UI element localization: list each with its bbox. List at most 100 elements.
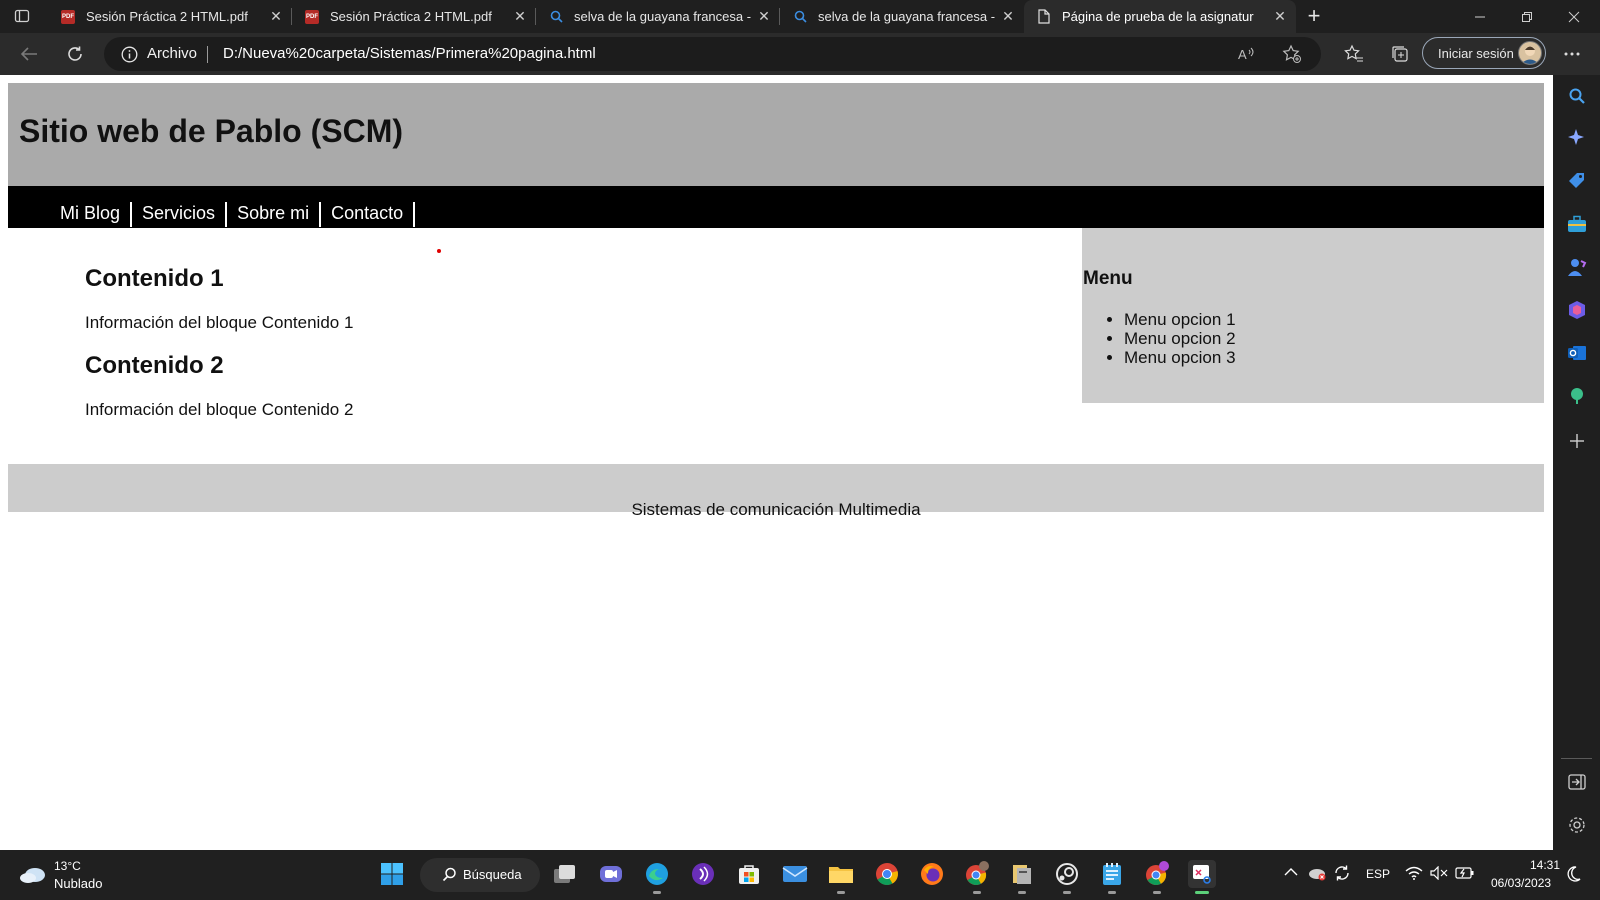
- tab-title: Sesión Práctica 2 HTML.pdf: [86, 9, 248, 24]
- more-options-icon[interactable]: [1560, 42, 1584, 66]
- sidebar-divider: [1561, 758, 1592, 759]
- weather-temperature[interactable]: 13°C: [54, 859, 81, 873]
- close-icon[interactable]: ✕: [510, 7, 530, 27]
- snipping-tool-icon[interactable]: [1188, 860, 1216, 894]
- taskbar-search[interactable]: Búsqueda: [420, 858, 540, 892]
- chrome-profile-2-icon[interactable]: [1143, 860, 1171, 894]
- shopping-tag-icon[interactable]: [1566, 170, 1588, 192]
- chevron-up-icon[interactable]: [1284, 866, 1298, 880]
- menu-item[interactable]: Menu opcion 1: [1124, 310, 1236, 329]
- clock-time[interactable]: 14:31: [1530, 858, 1560, 872]
- active-indicator: [1195, 891, 1209, 894]
- tree-icon[interactable]: [1566, 385, 1588, 407]
- tools-briefcase-icon[interactable]: [1566, 213, 1588, 235]
- file-explorer-icon[interactable]: [827, 860, 855, 894]
- url-text[interactable]: D:/Nueva%20carpeta/Sistemas/Primera%20pa…: [223, 45, 596, 62]
- nav-item-servicios[interactable]: Servicios: [132, 202, 228, 227]
- sync-icon[interactable]: [1333, 864, 1351, 885]
- minimize-icon[interactable]: [1457, 0, 1503, 33]
- svg-text:A: A: [1238, 47, 1247, 62]
- chrome-profile-icon[interactable]: [963, 860, 991, 894]
- files-app-icon[interactable]: [1008, 860, 1036, 894]
- microsoft-store-icon[interactable]: [735, 860, 763, 888]
- firefox-icon[interactable]: [918, 860, 946, 888]
- close-icon[interactable]: ✕: [266, 7, 286, 27]
- hide-sidebar-icon[interactable]: [1566, 771, 1588, 793]
- language-indicator[interactable]: ESP: [1366, 867, 1390, 881]
- tab-pdf-2[interactable]: PDF Sesión Práctica 2 HTML.pdf ✕: [292, 0, 536, 33]
- nav-item-sobre-mi[interactable]: Sobre mi: [227, 202, 322, 227]
- running-indicator: [1108, 891, 1116, 894]
- tab-title: Sesión Práctica 2 HTML.pdf: [330, 9, 492, 24]
- new-tab-icon[interactable]: +: [1302, 5, 1326, 29]
- gear-icon[interactable]: [1566, 814, 1588, 836]
- menu-item[interactable]: Menu opcion 3: [1124, 348, 1236, 367]
- office-icon[interactable]: [1566, 299, 1588, 321]
- footer-text: Sistemas de comunicación Multimedia: [631, 500, 921, 519]
- weather-condition[interactable]: Nublado: [54, 876, 102, 891]
- running-indicator: [837, 891, 845, 894]
- section-text: Información del bloque Contenido 2: [85, 400, 354, 419]
- outlook-icon[interactable]: [1566, 342, 1588, 364]
- close-icon[interactable]: ✕: [1270, 7, 1290, 27]
- collections-icon[interactable]: [1388, 42, 1412, 66]
- refresh-icon[interactable]: [63, 42, 87, 66]
- back-arrow-icon[interactable]: [17, 42, 41, 66]
- site-info-label[interactable]: Archivo: [147, 45, 197, 62]
- nav-item-contacto[interactable]: Contacto: [321, 202, 416, 227]
- games-icon[interactable]: [1566, 256, 1588, 278]
- address-bar[interactable]: Archivo D:/Nueva%20carpeta/Sistemas/Prim…: [104, 37, 1321, 71]
- red-dot-mark: [437, 249, 441, 253]
- volume-muted-icon[interactable]: [1430, 865, 1448, 883]
- running-indicator: [653, 891, 661, 894]
- tab-search-1[interactable]: selva de la guayana francesa - Bi ✕: [536, 0, 780, 33]
- edge-browser-icon[interactable]: [643, 860, 671, 894]
- favorites-icon[interactable]: [1342, 42, 1366, 66]
- read-aloud-icon[interactable]: A: [1237, 45, 1255, 68]
- restore-icon[interactable]: [1504, 0, 1550, 33]
- copilot-sparkle-icon[interactable]: [1566, 127, 1588, 149]
- clock-date[interactable]: 06/03/2023: [1491, 876, 1551, 890]
- podcast-app-icon[interactable]: [689, 860, 717, 888]
- page-viewport: Sitio web de Pablo (SCM) Mi Blog Servici…: [0, 75, 1553, 850]
- info-icon[interactable]: [121, 46, 138, 68]
- site-nav: Mi Blog Servicios Sobre mi Contacto: [8, 186, 1544, 228]
- search-icon[interactable]: [1566, 85, 1588, 107]
- address-divider: [207, 46, 208, 63]
- add-icon[interactable]: [1566, 430, 1588, 452]
- section-heading: Contenido 1: [85, 265, 224, 292]
- notepad-icon[interactable]: [1098, 860, 1126, 894]
- windows-start-icon[interactable]: [378, 860, 406, 888]
- pdf-icon: PDF: [304, 9, 320, 25]
- sign-in-button[interactable]: Iniciar sesión: [1422, 37, 1546, 69]
- tab-active-page[interactable]: Página de prueba de la asignatur ✕: [1024, 0, 1296, 33]
- close-icon[interactable]: ✕: [754, 7, 774, 27]
- chrome-icon[interactable]: [873, 860, 901, 888]
- steam-icon[interactable]: [1053, 860, 1081, 894]
- close-icon[interactable]: ✕: [998, 7, 1018, 27]
- menu-item[interactable]: Menu opcion 2: [1124, 329, 1236, 348]
- cloud-icon[interactable]: [19, 864, 47, 889]
- task-view-icon[interactable]: [551, 860, 579, 888]
- running-indicator: [1018, 891, 1026, 894]
- avatar: [1518, 41, 1542, 65]
- notifications-moon-icon[interactable]: [1566, 865, 1582, 886]
- running-indicator: [1063, 891, 1071, 894]
- tab-search-2[interactable]: selva de la guayana francesa - Bi ✕: [780, 0, 1024, 33]
- wifi-icon[interactable]: [1405, 866, 1423, 883]
- tab-pdf-1[interactable]: PDF Sesión Práctica 2 HTML.pdf ✕: [48, 0, 292, 33]
- site-title: Sitio web de Pablo (SCM): [19, 113, 404, 149]
- add-favorite-icon[interactable]: [1282, 44, 1302, 69]
- section-text: Información del bloque Contenido 1: [85, 313, 354, 332]
- browser-toolbar: Archivo D:/Nueva%20carpeta/Sistemas/Prim…: [0, 33, 1600, 75]
- tab-actions-icon[interactable]: [14, 8, 30, 24]
- page-icon: [1036, 9, 1052, 25]
- teams-chat-icon[interactable]: [597, 860, 625, 888]
- battery-icon[interactable]: [1455, 866, 1475, 883]
- cloud-sync-error-icon[interactable]: [1308, 865, 1326, 884]
- mail-icon[interactable]: [781, 860, 809, 888]
- windows-taskbar: 13°C Nublado Búsqueda ESP 14:31 06/03/20…: [0, 850, 1600, 900]
- search-icon: [442, 867, 457, 885]
- close-window-icon[interactable]: [1551, 0, 1597, 33]
- nav-item-mi-blog[interactable]: Mi Blog: [52, 202, 133, 227]
